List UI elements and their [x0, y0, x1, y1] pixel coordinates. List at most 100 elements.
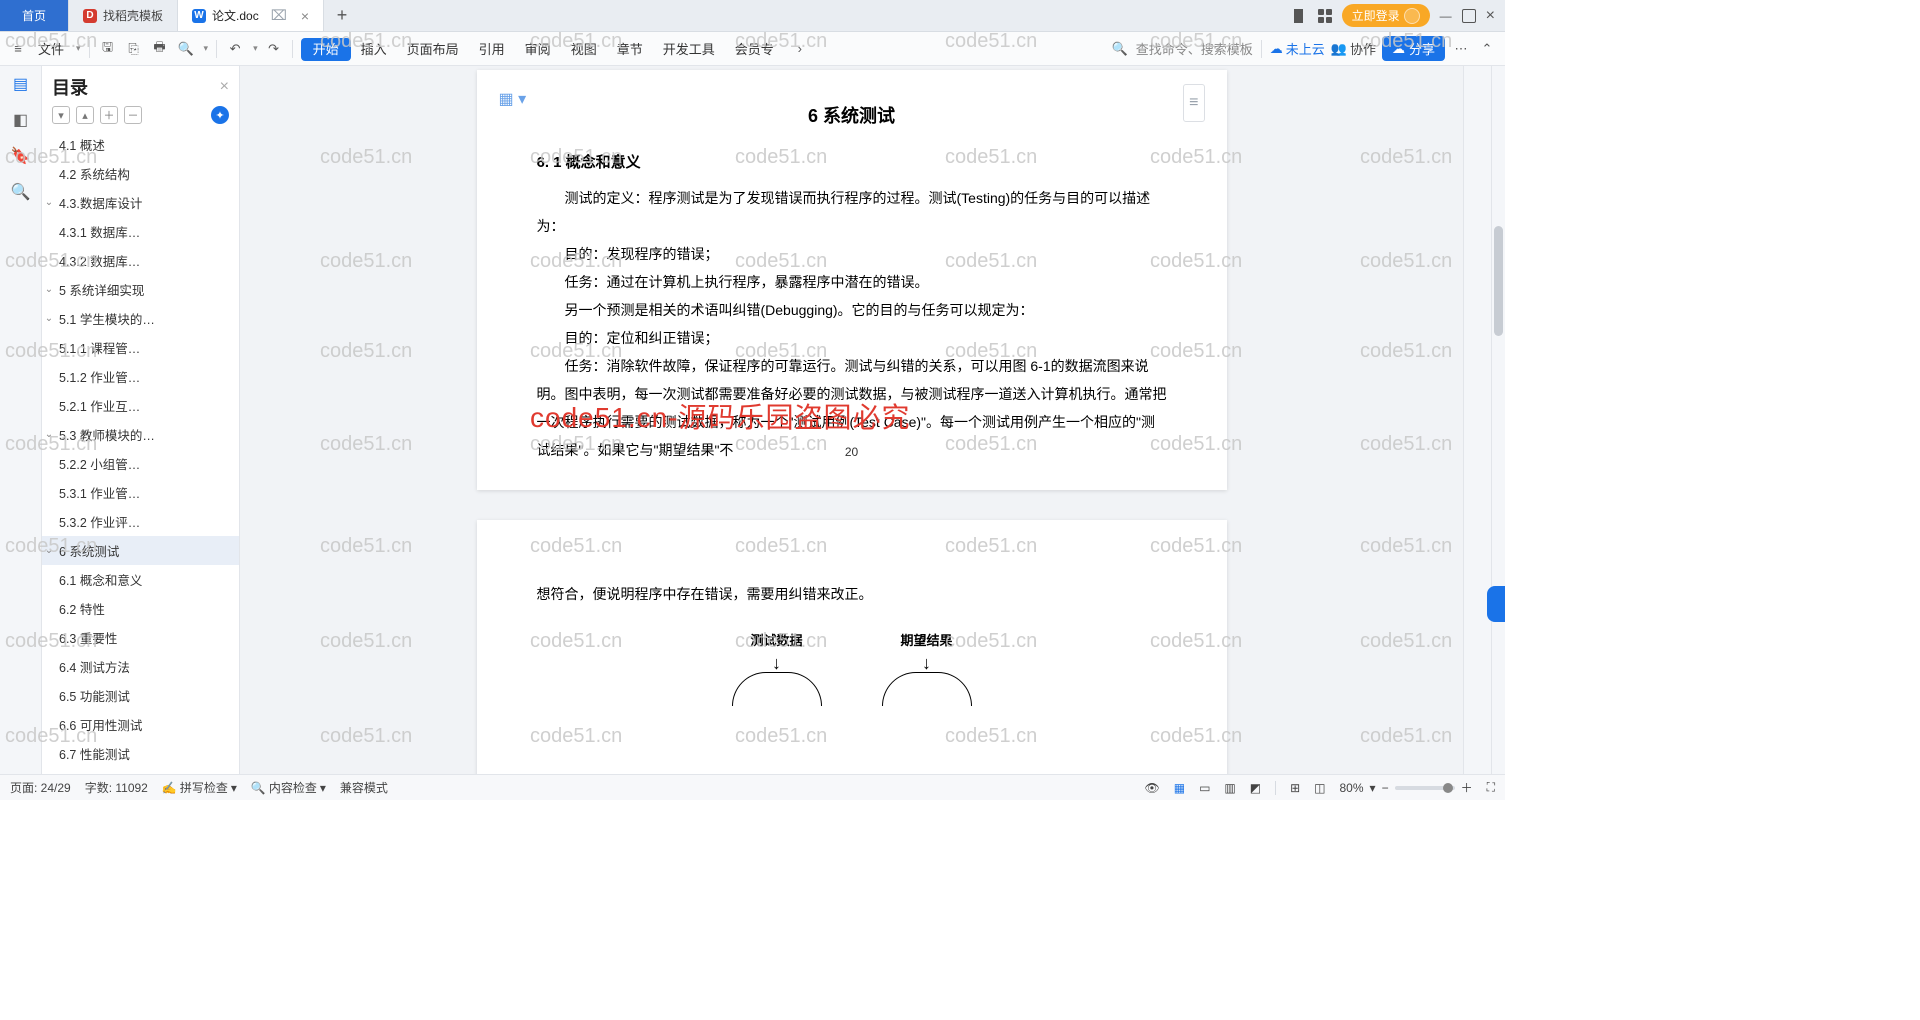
close-window-icon[interactable]: ×: [1486, 7, 1495, 25]
toc-item[interactable]: 4.1 概述: [42, 130, 239, 159]
toc-item[interactable]: 6.8 测试分析: [42, 768, 239, 774]
toc-item[interactable]: ⌄5 系统详细实现: [42, 275, 239, 304]
toc-item[interactable]: 5.3.2 作业评…: [42, 507, 239, 536]
maximize-icon[interactable]: [1462, 9, 1476, 23]
outline-mode-icon[interactable]: ▥: [1224, 781, 1235, 795]
coop-button[interactable]: 👥 协作: [1331, 39, 1376, 58]
tool1-icon[interactable]: ⊞: [1290, 781, 1300, 795]
login-button[interactable]: 立即登录: [1342, 4, 1430, 27]
page-menu-icon[interactable]: ≡: [1183, 84, 1204, 122]
menu-file[interactable]: 文件: [34, 39, 68, 58]
redo-icon[interactable]: ↷: [264, 39, 284, 59]
toc-item[interactable]: 6.5 功能测试: [42, 681, 239, 710]
menu-tab-0[interactable]: 开始: [301, 38, 351, 61]
search-input[interactable]: 查找命令、搜索模板: [1136, 39, 1253, 58]
menu-tab-3[interactable]: 引用: [469, 38, 515, 61]
menu-tab-5[interactable]: 视图: [561, 38, 607, 61]
web-mode-icon[interactable]: ▭: [1199, 781, 1210, 795]
content-check-button[interactable]: 🔍 内容检查 ▾: [251, 779, 326, 796]
menu-tab-4[interactable]: 审阅: [515, 38, 561, 61]
toc-item[interactable]: 4.2 系统结构: [42, 159, 239, 188]
minimize-icon[interactable]: —: [1440, 9, 1452, 23]
toc-item[interactable]: ⌄6 系统测试: [42, 536, 239, 565]
status-page[interactable]: 页面: 24/29: [10, 779, 71, 796]
spellcheck-button[interactable]: ✍ 拼写检查 ▾: [162, 779, 237, 796]
status-words[interactable]: 字数: 11092: [85, 779, 148, 796]
collapse-all-icon[interactable]: ▾: [52, 106, 70, 124]
thumbnail-icon[interactable]: ◧: [11, 110, 31, 130]
outline-icon[interactable]: ▤: [11, 74, 31, 94]
ribbon-more-icon[interactable]: ⋯: [1451, 39, 1471, 59]
new-tab-button[interactable]: +: [324, 0, 360, 31]
bookmark-icon[interactable]: 🔖: [11, 146, 31, 166]
more-icon[interactable]: ›: [790, 39, 810, 59]
toc-item[interactable]: ⌄4.3.数据库设计: [42, 188, 239, 217]
zoom-out-icon[interactable]: −: [1382, 781, 1389, 795]
toc-item[interactable]: 5.2.2 小组管…: [42, 449, 239, 478]
zoom-in-icon[interactable]: ＋: [1461, 779, 1473, 796]
expand-all-icon[interactable]: ▴: [76, 106, 94, 124]
share-button[interactable]: ☁ 分享: [1382, 36, 1445, 61]
collapse-ribbon-icon[interactable]: ⌃: [1477, 39, 1497, 59]
toc-item[interactable]: 6.1 概念和意义: [42, 565, 239, 594]
tab-bar: 首页 D 找稻壳模板 W 论文.doc ⌧ × + 立即登录 — ×: [0, 0, 1505, 32]
remove-item-icon[interactable]: －: [124, 106, 142, 124]
menu-tab-2[interactable]: 页面布局: [397, 38, 469, 61]
menu-tab-6[interactable]: 章节: [607, 38, 653, 61]
save-icon[interactable]: 🖫: [98, 39, 118, 59]
search-rail-icon[interactable]: 🔍: [11, 182, 31, 202]
toc-item[interactable]: 4.3.2 数据库…: [42, 246, 239, 275]
page-header-icon[interactable]: ▦ ▾: [499, 84, 527, 116]
compat-mode[interactable]: 兼容模式: [340, 779, 388, 796]
preview-icon[interactable]: 🔍: [176, 39, 196, 59]
zoom-slider[interactable]: [1395, 786, 1455, 790]
menu-tab-8[interactable]: 会员专: [725, 38, 784, 61]
toc-item[interactable]: 5.3.1 作业管…: [42, 478, 239, 507]
toc-label: 6.6 可用性测试: [59, 715, 142, 734]
chat-icon[interactable]: ✦: [211, 106, 229, 124]
undo-icon[interactable]: ↶: [225, 39, 245, 59]
page-number: 20: [477, 440, 1227, 464]
side-tab-button[interactable]: [1487, 586, 1505, 622]
toc-item[interactable]: 5.2.1 作业互…: [42, 391, 239, 420]
toc-item[interactable]: 6.7 性能测试: [42, 739, 239, 768]
menu-tab-1[interactable]: 插入: [351, 38, 397, 61]
fullscreen-icon[interactable]: ⛶: [1487, 780, 1495, 795]
search-icon[interactable]: 🔍: [1110, 39, 1130, 59]
toc-item[interactable]: 6.6 可用性测试: [42, 710, 239, 739]
page-mode-icon[interactable]: ▦: [1174, 781, 1185, 795]
add-item-icon[interactable]: ＋: [100, 106, 118, 124]
close-panel-icon[interactable]: ×: [220, 78, 229, 96]
draft-mode-icon[interactable]: ◩: [1250, 781, 1261, 795]
toc-item[interactable]: 6.3 重要性: [42, 623, 239, 652]
menu-icon[interactable]: ≡: [8, 39, 28, 59]
toc-item[interactable]: 5.1.1 课程管…: [42, 333, 239, 362]
tool2-icon[interactable]: ◫: [1314, 781, 1325, 795]
apps-icon[interactable]: [1318, 9, 1332, 23]
layout-icon[interactable]: [1294, 9, 1308, 23]
toc-item[interactable]: ⌄5.1 学生模块的…: [42, 304, 239, 333]
print-icon[interactable]: 🖶: [150, 39, 170, 59]
heading-2: 6. 1 概念和意义: [537, 148, 1167, 178]
toc-label: 5 系统详细实现: [59, 280, 144, 299]
outline-title: 目录: [52, 74, 88, 100]
tab-document[interactable]: W 论文.doc ⌧ ×: [178, 0, 324, 31]
toc-item[interactable]: ⌄5.3 教师模块的…: [42, 420, 239, 449]
tab-templates[interactable]: D 找稻壳模板: [69, 0, 178, 31]
toc-item[interactable]: 6.2 特性: [42, 594, 239, 623]
close-icon[interactable]: ×: [301, 8, 309, 24]
tab-home[interactable]: 首页: [0, 0, 69, 31]
document-area[interactable]: ▦ ▾ ≡ 6 系统测试 6. 1 概念和意义 测试的定义：程序测试是为了发现错…: [240, 66, 1463, 774]
toc-item[interactable]: 6.4 测试方法: [42, 652, 239, 681]
right-panel-collapsed[interactable]: [1463, 66, 1491, 774]
toc-item[interactable]: 4.3.1 数据库…: [42, 217, 239, 246]
read-mode-icon[interactable]: 👁: [1144, 781, 1159, 795]
zoom-control[interactable]: 80% ▾ − ＋: [1340, 779, 1473, 796]
monitor-icon[interactable]: ⌧: [271, 7, 287, 24]
toc-item[interactable]: 5.1.2 作业管…: [42, 362, 239, 391]
menu-tab-7[interactable]: 开发工具: [653, 38, 725, 61]
export-icon[interactable]: ⎘: [124, 39, 144, 59]
cloud-status[interactable]: ☁ 未上云: [1270, 39, 1325, 58]
scrollbar-thumb[interactable]: [1494, 226, 1503, 336]
vertical-scrollbar[interactable]: [1491, 66, 1505, 774]
